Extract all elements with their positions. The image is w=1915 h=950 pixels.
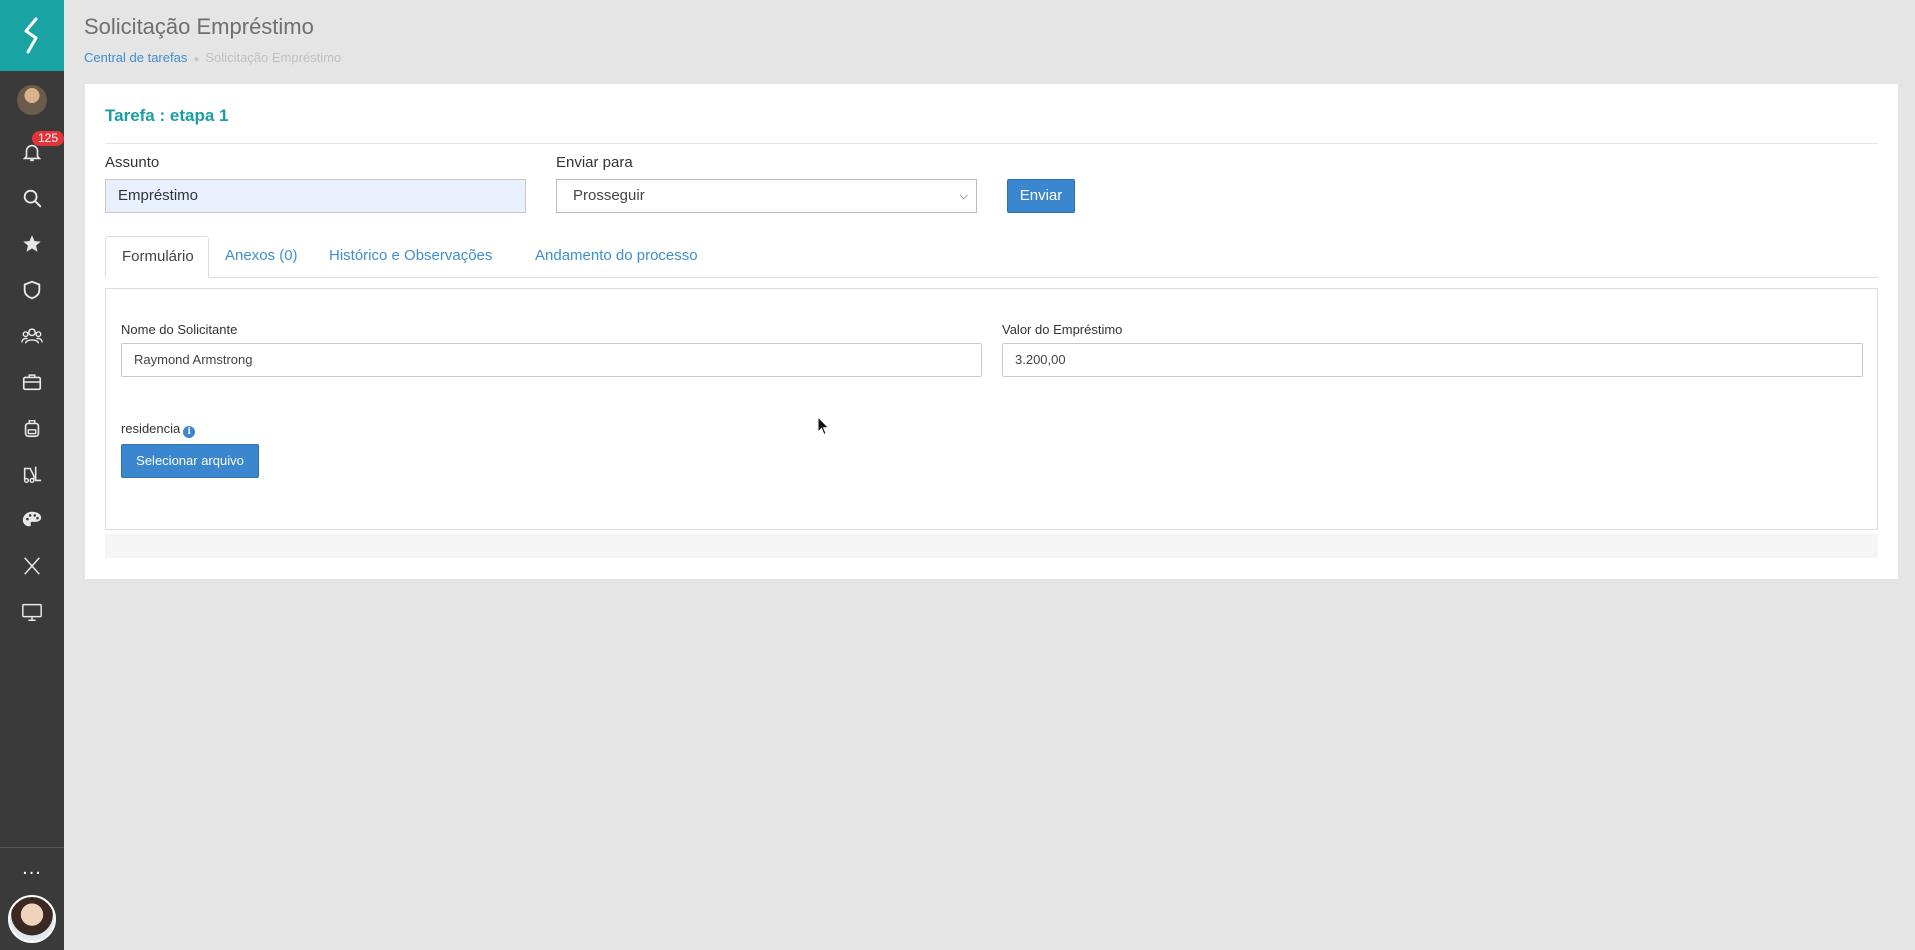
tab-anexos[interactable]: Anexos (0) bbox=[209, 236, 314, 278]
breadcrumb-current: Solicitação Empréstimo bbox=[205, 50, 342, 65]
residence-label: residencia i bbox=[121, 421, 196, 438]
palette-icon bbox=[22, 511, 42, 527]
sidebar-bottom: ... bbox=[0, 847, 64, 950]
breadcrumb-link[interactable]: Central de tarefas bbox=[84, 50, 187, 65]
page-title: Solicitação Empréstimo bbox=[84, 14, 314, 39]
divider bbox=[105, 143, 1878, 144]
amount-label: Valor do Empréstimo bbox=[1002, 322, 1123, 337]
requester-input[interactable]: Raymond Armstrong bbox=[121, 343, 982, 377]
favorites-button[interactable] bbox=[0, 221, 64, 267]
info-icon[interactable]: i bbox=[183, 426, 196, 438]
forklift-icon bbox=[23, 466, 42, 483]
send-to-select[interactable]: Prosseguir ⌵ bbox=[556, 179, 977, 213]
more-icon: ... bbox=[22, 856, 42, 879]
learning-button[interactable] bbox=[0, 405, 64, 451]
people-button[interactable] bbox=[0, 313, 64, 359]
select-file-button[interactable]: Selecionar arquivo bbox=[121, 444, 259, 478]
send-to-label: Enviar para bbox=[556, 154, 633, 171]
mouse-cursor-icon bbox=[817, 416, 830, 436]
tab-bar: Formulário Anexos (0) Histórico e Observ… bbox=[105, 236, 1878, 278]
requester-label: Nome do Solicitante bbox=[121, 322, 238, 337]
tab-formulario[interactable]: Formulário bbox=[105, 236, 209, 278]
send-to-value: Prosseguir bbox=[573, 187, 645, 204]
amount-input[interactable]: 3.200,00 bbox=[1002, 343, 1863, 377]
send-button[interactable]: Enviar bbox=[1007, 179, 1075, 213]
task-title: Tarefa : etapa 1 bbox=[105, 106, 229, 125]
tab-andamento[interactable]: Andamento do processo bbox=[519, 236, 714, 278]
avatar-image bbox=[17, 85, 47, 115]
tab-historico[interactable]: Histórico e Observações bbox=[313, 236, 508, 278]
star-icon bbox=[23, 235, 41, 252]
assistant-avatar[interactable] bbox=[0, 888, 64, 950]
x-icon bbox=[24, 557, 40, 575]
chevron-down-icon: ⌵ bbox=[959, 190, 968, 202]
people-icon bbox=[21, 328, 43, 344]
monitor-icon bbox=[22, 603, 42, 621]
more-button[interactable]: ... bbox=[0, 848, 64, 888]
subject-input[interactable]: Empréstimo bbox=[105, 179, 526, 213]
notifications-button[interactable]: 125 bbox=[0, 129, 65, 175]
workspace-button[interactable] bbox=[0, 359, 64, 405]
shield-icon bbox=[23, 280, 41, 300]
notification-badge: 125 bbox=[32, 131, 65, 146]
security-button[interactable] bbox=[0, 267, 64, 313]
search-button[interactable] bbox=[0, 175, 64, 221]
residence-label-text: residencia bbox=[121, 421, 181, 436]
backpack-icon bbox=[24, 419, 40, 438]
task-panel: Tarefa : etapa 1 Assunto Empréstimo Envi… bbox=[85, 84, 1898, 579]
customize-button[interactable] bbox=[0, 497, 64, 543]
logo-icon bbox=[24, 17, 38, 53]
form-content: Nome do Solicitante Raymond Armstrong Va… bbox=[105, 288, 1878, 530]
search-icon bbox=[23, 189, 42, 208]
subject-label: Assunto bbox=[105, 154, 160, 171]
x-button[interactable] bbox=[0, 543, 64, 589]
logo[interactable] bbox=[0, 0, 64, 71]
breadcrumb-separator: ● bbox=[193, 54, 200, 65]
assistant-image bbox=[8, 895, 56, 943]
breadcrumb: Central de tarefas ● Solicitação Empréstim… bbox=[84, 50, 341, 65]
monitor-button[interactable] bbox=[0, 589, 64, 635]
panel-footer bbox=[105, 534, 1878, 558]
logistics-button[interactable] bbox=[0, 451, 64, 497]
user-avatar[interactable] bbox=[0, 71, 64, 129]
briefcase-icon bbox=[22, 374, 42, 391]
sidebar: 125 ... bbox=[0, 0, 65, 950]
